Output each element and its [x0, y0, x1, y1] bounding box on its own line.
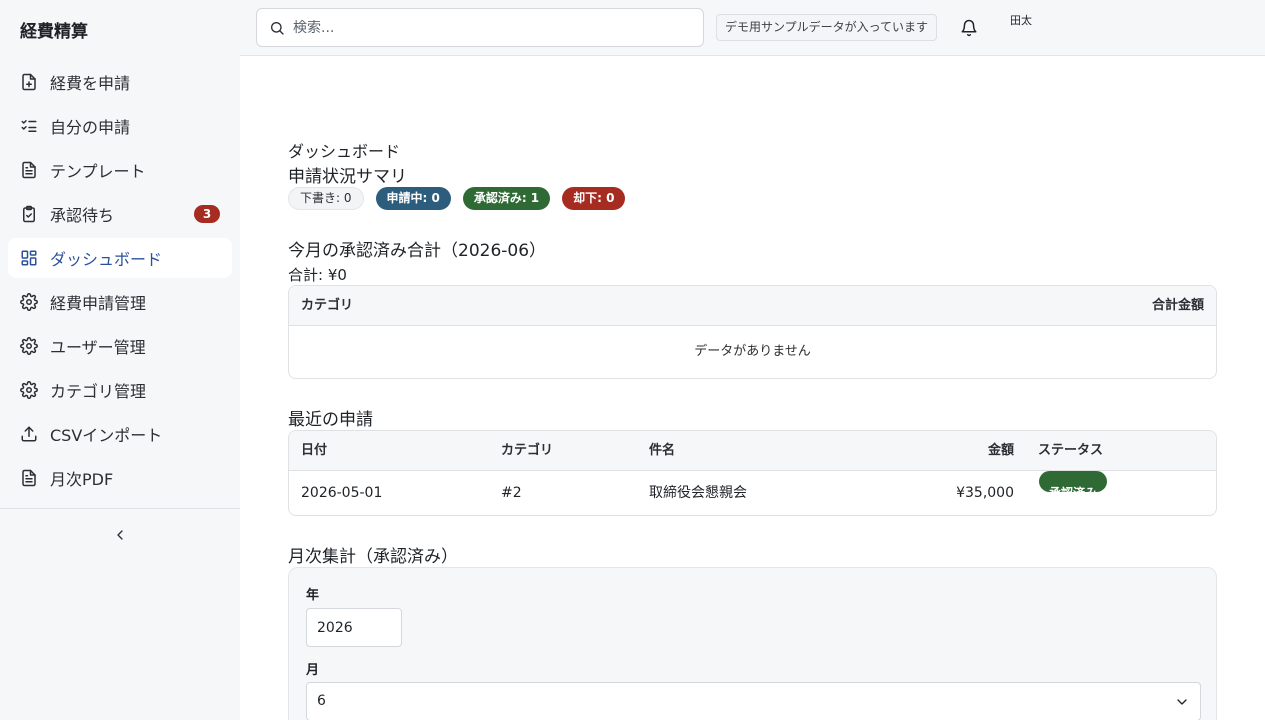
pending-count-badge: 申請中: 0: [375, 187, 451, 210]
topbar: デモ用サンプルデータが入っています 田太: [240, 0, 1265, 56]
status-badge: 承認済み: [1039, 471, 1108, 500]
sidebar-item-label: カテゴリ管理: [50, 382, 147, 401]
column-header-category: カテゴリ: [301, 298, 354, 313]
app-title: 経費精算: [20, 22, 88, 42]
sidebar: 経費精算 経費を申請 自分の申請 テンプレート 承認待ち 3 ダッシュボード 経…: [0, 0, 240, 720]
list-check-icon: [20, 117, 38, 135]
rejected-count-badge: 却下: 0: [562, 187, 626, 210]
year-label: 年: [306, 588, 320, 603]
month-select-value: 6: [317, 693, 326, 709]
sidebar-item-monthly-pdf[interactable]: 月次PDF: [8, 458, 232, 498]
search-box[interactable]: [256, 8, 704, 47]
gear-icon: [20, 293, 38, 311]
sidebar-item-label: CSVインポート: [50, 426, 163, 445]
sidebar-item-csv-import[interactable]: CSVインポート: [8, 414, 232, 454]
demo-data-notice: デモ用サンプルデータが入っています: [716, 14, 938, 41]
sidebar-nav: 経費を申請 自分の申請 テンプレート 承認待ち 3 ダッシュボード 経費申請管理…: [8, 62, 232, 502]
cell-subject: 取締役会懇親会: [649, 485, 747, 501]
category-total-table: カテゴリ 合計金額 データがありません: [288, 285, 1217, 379]
month-select[interactable]: 6: [306, 682, 1201, 720]
sidebar-item-dashboard[interactable]: ダッシュボード: [8, 238, 232, 278]
sidebar-item-label: テンプレート: [50, 162, 146, 181]
monthly-summary-title: 月次集計（承認済み）: [288, 547, 458, 567]
dashboard-grid-icon: [20, 249, 38, 267]
sidebar-item-pending-approval[interactable]: 承認待ち 3: [8, 194, 232, 234]
file-text-icon: [20, 469, 38, 487]
sidebar-item-apply-expense[interactable]: 経費を申請: [8, 62, 232, 102]
upload-icon: [20, 425, 38, 443]
column-header-amount: 金額: [987, 443, 1014, 458]
recent-requests-title: 最近の申請: [288, 410, 373, 430]
column-header-date: 日付: [301, 443, 328, 458]
table-header: 日付 カテゴリ 件名 金額 ステータス: [289, 431, 1216, 471]
cell-date: 2026-05-01: [301, 485, 383, 501]
sidebar-item-expense-management[interactable]: 経費申請管理: [8, 282, 232, 322]
sidebar-item-label: 経費を申請: [50, 74, 131, 93]
sidebar-item-my-requests[interactable]: 自分の申請: [8, 106, 232, 146]
sidebar-item-label: ダッシュボード: [50, 250, 163, 269]
cell-amount: ¥35,000: [956, 485, 1014, 501]
month-label: 月: [306, 663, 320, 678]
table-row[interactable]: 2026-05-01 #2 取締役会懇親会 ¥35,000 承認済み: [289, 471, 1216, 515]
empty-state: データがありません: [694, 344, 811, 359]
summary-title: 申請状況サマリ: [288, 167, 407, 187]
table-header: カテゴリ 合計金額: [289, 286, 1216, 326]
column-header-category: カテゴリ: [501, 443, 554, 458]
sidebar-divider: [0, 508, 240, 509]
chevron-left-icon: [112, 527, 128, 543]
sidebar-item-category-management[interactable]: カテゴリ管理: [8, 370, 232, 410]
recent-requests-table: 日付 カテゴリ 件名 金額 ステータス 2026-05-01 #2 取締役会懇親…: [288, 430, 1217, 516]
sidebar-collapse-button[interactable]: [110, 525, 130, 545]
sidebar-item-label: ユーザー管理: [50, 338, 146, 357]
sidebar-item-label: 自分の申請: [50, 118, 131, 137]
status-summary-badges: 下書き: 0 申請中: 0 承認済み: 1 却下: 0: [288, 187, 626, 210]
sidebar-item-label: 経費申請管理: [50, 294, 147, 313]
approved-count-badge: 承認済み: 1: [462, 187, 551, 210]
gear-icon: [20, 337, 38, 355]
gear-icon: [20, 381, 38, 399]
file-plus-icon: [20, 73, 38, 91]
notifications-button[interactable]: [958, 17, 980, 39]
search-input[interactable]: [293, 19, 693, 36]
sidebar-item-label: 月次PDF: [50, 470, 114, 489]
pending-count-badge: 3: [194, 205, 220, 223]
draft-count-badge: 下書き: 0: [288, 187, 364, 210]
sidebar-item-templates[interactable]: テンプレート: [8, 150, 232, 190]
page-title: ダッシュボード: [288, 142, 401, 161]
year-input[interactable]: [306, 608, 402, 647]
column-header-status: ステータス: [1038, 443, 1104, 458]
sidebar-item-label: 承認待ち: [50, 206, 115, 225]
column-header-subject: 件名: [649, 443, 676, 458]
bell-icon: [960, 19, 978, 37]
chevron-down-icon: [1174, 694, 1190, 710]
sidebar-item-user-management[interactable]: ユーザー管理: [8, 326, 232, 366]
search-icon: [269, 20, 285, 36]
file-text-icon: [20, 161, 38, 179]
avatar[interactable]: 田太: [1010, 15, 1032, 27]
monthly-summary-form: 年 月 6: [288, 567, 1217, 720]
clipboard-check-icon: [20, 205, 38, 223]
cell-category: #2: [501, 485, 522, 501]
monthly-total: 合計: ¥0: [288, 266, 347, 284]
column-header-total-amount: 合計金額: [1151, 298, 1204, 313]
monthly-approved-title: 今月の承認済み合計（2026-06）: [288, 241, 547, 261]
